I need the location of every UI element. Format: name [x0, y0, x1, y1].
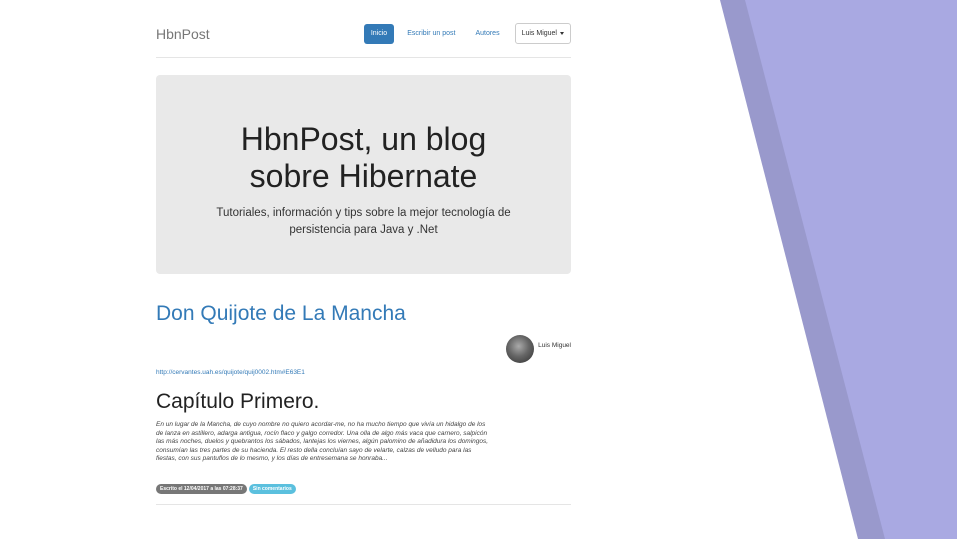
nav-item-autores[interactable]: Autores	[468, 24, 506, 44]
page-container: HbnPost Inicio Escribir un post Autores …	[156, 0, 571, 505]
hero-title-line-1: HbnPost, un blog	[240, 121, 487, 157]
excerpt-line: fiestas, con sus pantuflos de lo mesmo, …	[156, 455, 388, 463]
nav-item-escribir-post[interactable]: Escribir un post	[400, 24, 462, 44]
excerpt-line: las más noches, duelos y quebrantos los …	[156, 438, 489, 446]
post-badges: Escrito el 12/04/2017 a las 07:28:37 Sin…	[156, 484, 298, 494]
comments-badge[interactable]: Sin comentarios	[248, 484, 296, 494]
nav-menu: Inicio Escribir un post Autores Luis Mig…	[363, 23, 571, 44]
written-date-badge: Escrito el 12/04/2017 a las 07:28:37	[156, 484, 247, 494]
post-title[interactable]: Don Quijote de La Mancha	[156, 302, 571, 326]
post-divider	[156, 504, 571, 505]
chapter-heading: Capítulo Primero.	[156, 390, 320, 413]
hero-title-line-2: sobre Hibernate	[249, 158, 478, 194]
user-menu-label: Luis Miguel	[521, 30, 557, 37]
post-source-link[interactable]: http://cervantes.uah.es/quijote/quij0002…	[156, 369, 305, 376]
post-item: Don Quijote de La Mancha Luis Miguel htt…	[156, 302, 571, 505]
user-avatar-icon	[506, 335, 535, 363]
hero-subtitle-line-2: persistencia para Java y .Net	[289, 224, 438, 236]
user-menu-dropdown[interactable]: Luis Miguel	[514, 23, 571, 44]
author-name: Luis Miguel	[538, 341, 571, 349]
nav-item-inicio[interactable]: Inicio	[363, 23, 395, 44]
post-excerpt: En un lugar de la Mancha, de cuyo nombre…	[156, 421, 571, 464]
hero-subtitle: Tutoriales, información y tips sobre la …	[156, 205, 571, 239]
caret-down-icon	[560, 32, 564, 35]
excerpt-line: de lanza en astillero, adarga antigua, r…	[156, 429, 488, 437]
brand-logo[interactable]: HbnPost	[156, 26, 210, 42]
hero-jumbotron: HbnPost, un blog sobre Hibernate Tutoria…	[156, 75, 571, 274]
hero-subtitle-line-1: Tutoriales, información y tips sobre la …	[216, 207, 511, 219]
navbar: HbnPost Inicio Escribir un post Autores …	[156, 0, 571, 58]
hero-title: HbnPost, un blog sobre Hibernate	[156, 121, 571, 195]
excerpt-line: En un lugar de la Mancha, de cuyo nombre…	[156, 421, 486, 428]
post-author[interactable]: Luis Miguel	[506, 335, 571, 363]
excerpt-line: consumían las tres partes de su hacienda…	[156, 446, 472, 454]
